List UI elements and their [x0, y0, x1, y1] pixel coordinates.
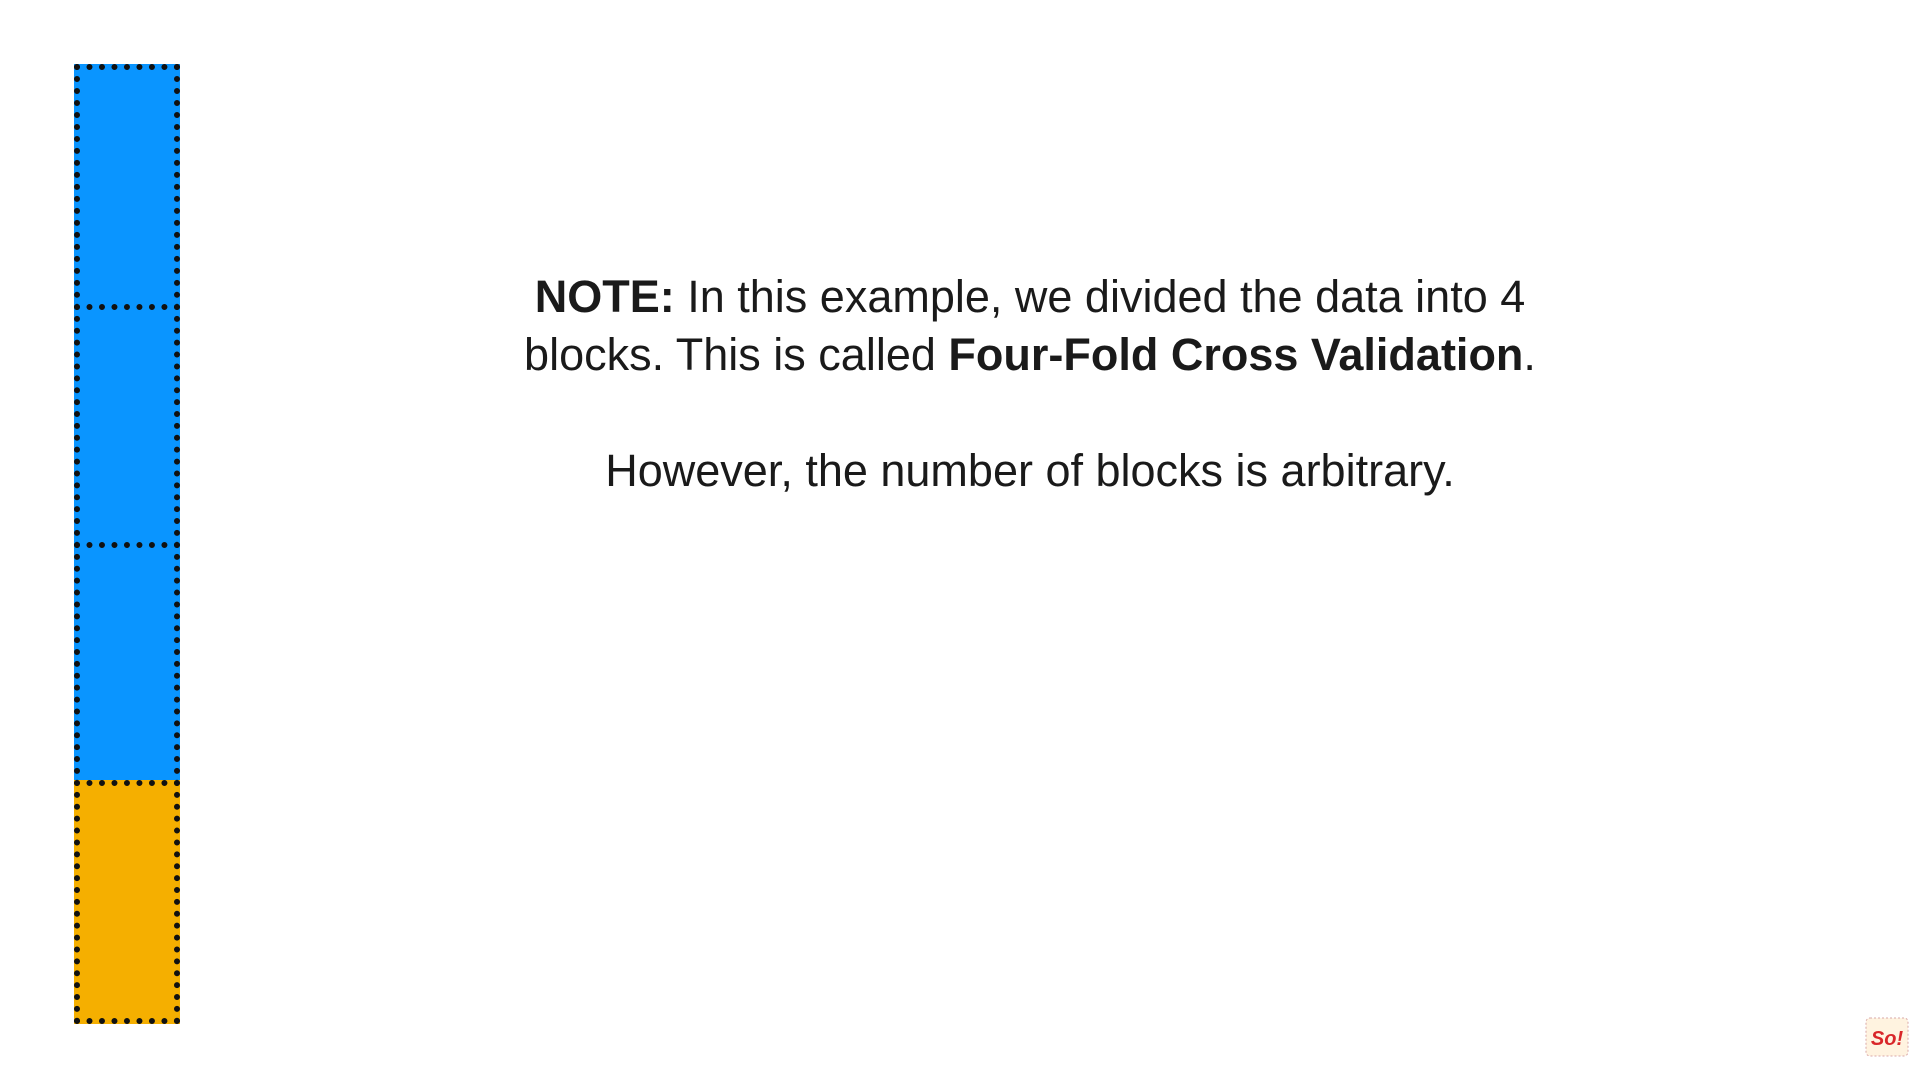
logo-graphic: So!	[1865, 1017, 1909, 1057]
data-block-1	[74, 64, 180, 310]
note-term: Four-Fold Cross Validation	[948, 329, 1524, 380]
note-text: NOTE: In this example, we divided the da…	[400, 268, 1660, 500]
note-line-2-text: blocks. This is called	[524, 329, 949, 380]
slide: NOTE: In this example, we divided the da…	[0, 0, 1919, 1079]
note-line-2-end: .	[1523, 329, 1536, 380]
data-block-column	[74, 64, 180, 1024]
data-block-4	[74, 780, 180, 1024]
data-block-2	[74, 304, 180, 548]
note-line-1-text: In this example, we divided the data int…	[674, 271, 1526, 322]
logo-text: So!	[1871, 1028, 1904, 1050]
note-label: NOTE:	[534, 271, 675, 322]
note-line-1: NOTE: In this example, we divided the da…	[400, 268, 1660, 326]
note-spacer	[400, 384, 1660, 442]
statquest-logo-icon: So!	[1864, 1014, 1910, 1060]
data-block-3	[74, 542, 180, 786]
note-line-3: However, the number of blocks is arbitra…	[605, 445, 1455, 496]
note-line-2: blocks. This is called Four-Fold Cross V…	[400, 326, 1660, 384]
